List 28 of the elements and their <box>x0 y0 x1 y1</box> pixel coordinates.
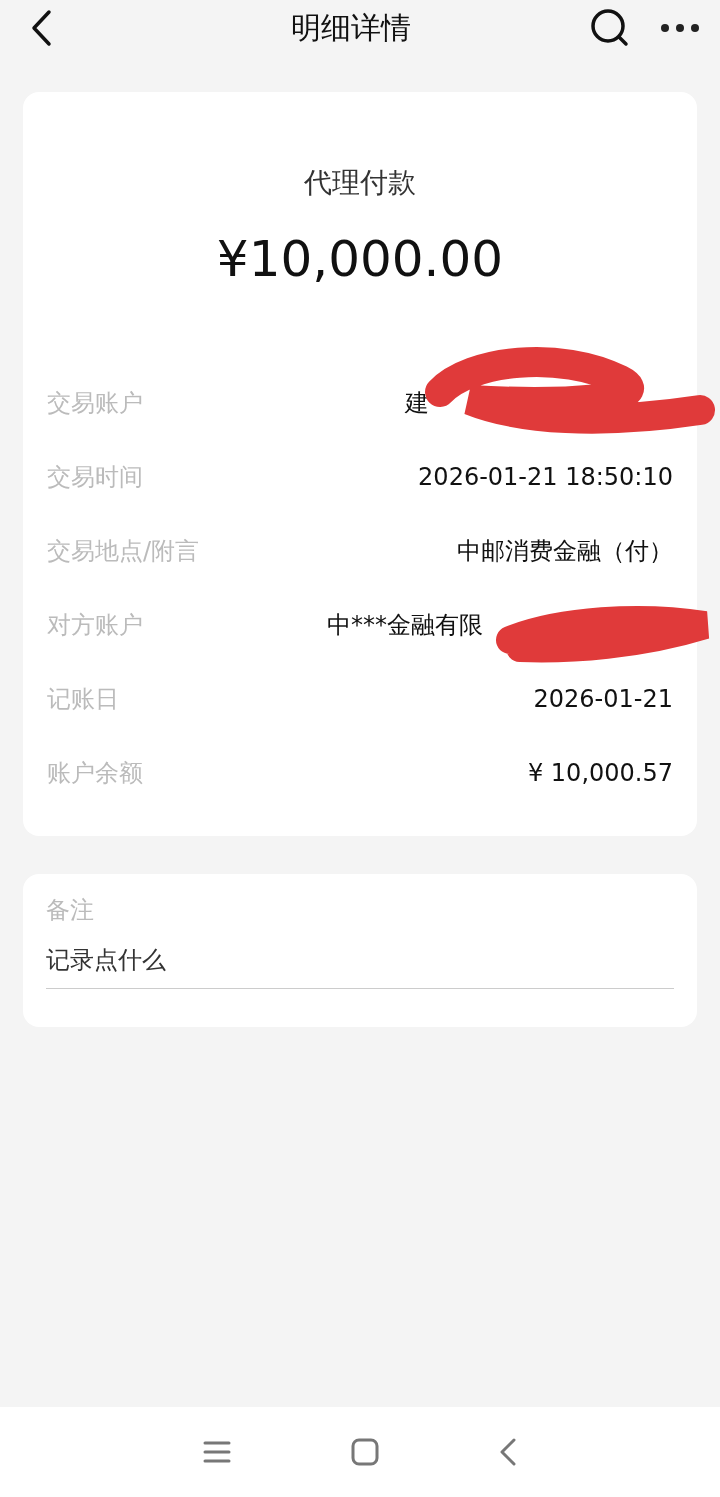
transaction-type: 代理付款 <box>303 165 417 201</box>
home-icon <box>351 1438 379 1466</box>
detail-value: 建 <box>405 388 429 419</box>
search-button[interactable] <box>590 8 630 48</box>
search-icon <box>590 8 630 48</box>
detail-label: 账户余额 <box>47 758 143 789</box>
menu-icon <box>203 1440 231 1464</box>
note-card[interactable]: 备注 记录点什么 <box>23 874 697 1027</box>
detail-label: 交易账户 <box>47 388 143 419</box>
menu-button[interactable] <box>203 1440 231 1464</box>
detail-value: 中***金融有限 <box>327 610 483 641</box>
detail-label: 交易时间 <box>47 462 143 493</box>
more-button[interactable] <box>660 23 700 33</box>
back-nav-button[interactable] <box>499 1438 517 1466</box>
detail-label: 对方账户 <box>47 610 143 641</box>
detail-label: 交易地点/附言 <box>47 536 200 567</box>
home-button[interactable] <box>351 1438 379 1466</box>
transaction-amount: ¥10,000.00 <box>215 230 505 288</box>
detail-label: 记账日 <box>47 684 119 715</box>
detail-value: 2026-01-21 18:50:10 <box>418 463 673 491</box>
back-nav-icon <box>499 1438 517 1466</box>
page-title: 明细详情 <box>290 8 412 47</box>
more-icon <box>660 23 700 33</box>
detail-value: ¥ 10,000.57 <box>527 759 673 787</box>
note-label: 备注 <box>46 895 95 926</box>
back-icon <box>30 9 52 47</box>
detail-value: 2026-01-21 <box>533 685 673 713</box>
detail-value: 中邮消费金融（付） <box>457 536 673 567</box>
